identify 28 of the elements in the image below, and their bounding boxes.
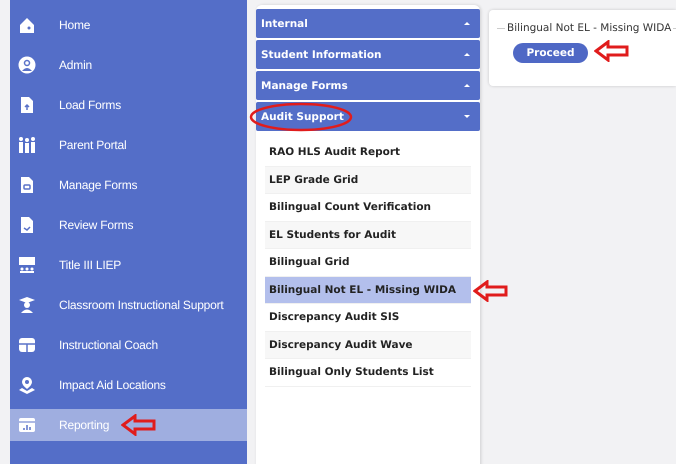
sidebar-item[interactable]: Classroom Instructional Support: [10, 285, 247, 325]
sidebar-item[interactable]: Review Forms: [10, 205, 247, 245]
sidebar-item[interactable]: Load Forms: [10, 85, 247, 125]
report-list-item[interactable]: LEP Grade Grid: [265, 166, 471, 194]
calendar-chart-icon: [17, 415, 37, 435]
proceed-button[interactable]: Proceed: [513, 43, 588, 63]
section-header[interactable]: Internal: [256, 9, 480, 38]
sidebar-item[interactable]: Parent Portal: [10, 125, 247, 165]
sidebar-item[interactable]: Impact Aid Locations: [10, 365, 247, 405]
report-list-item[interactable]: Discrepancy Audit Wave: [265, 332, 471, 359]
sidebar-item[interactable]: Instructional Coach: [10, 325, 247, 365]
sidebar-item[interactable]: Manage Forms: [10, 165, 247, 205]
section-header[interactable]: Manage Forms: [256, 71, 480, 100]
graduate-icon: [17, 295, 37, 315]
report-list-item[interactable]: EL Students for Audit: [265, 222, 471, 249]
house-icon: [17, 15, 37, 35]
presentation-icon: [17, 255, 37, 275]
sidebar-item[interactable]: Admin: [10, 45, 247, 85]
user-circle-icon: [17, 55, 37, 75]
report-list-item[interactable]: Bilingual Only Students List: [265, 359, 471, 386]
sidebar-item[interactable]: Home: [10, 5, 247, 45]
sidebar-item[interactable]: Title III LIEP: [10, 245, 247, 285]
report-title: Bilingual Not EL - Missing WIDA: [506, 22, 672, 34]
section-header[interactable]: Student Information: [256, 40, 480, 69]
table-icon: [17, 335, 37, 355]
report-list-item[interactable]: Bilingual Not EL - Missing WIDA: [265, 276, 471, 304]
family-icon: [17, 135, 37, 155]
location-pin-icon: [17, 375, 37, 395]
